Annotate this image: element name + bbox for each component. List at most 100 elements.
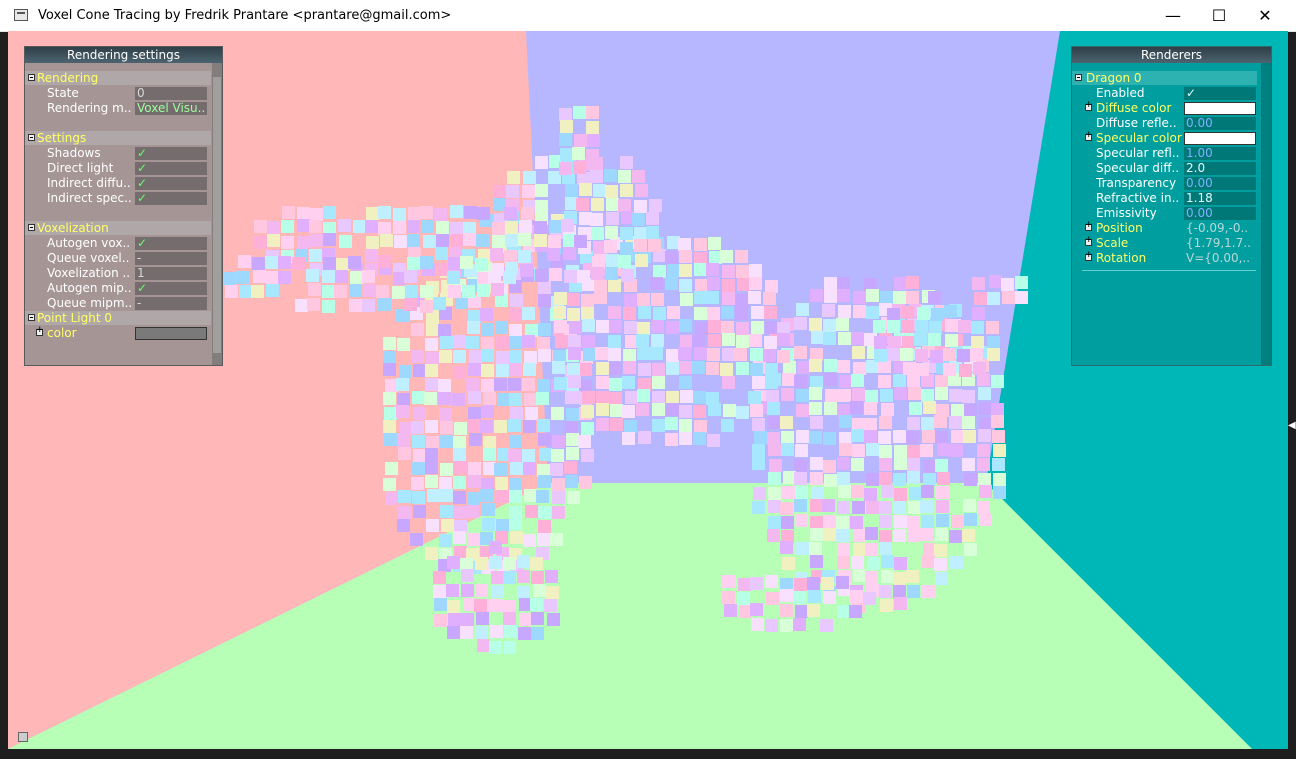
voxel bbox=[413, 364, 426, 377]
voxel bbox=[825, 389, 838, 402]
voxel bbox=[752, 501, 765, 514]
prop-queue-voxel-button[interactable]: - bbox=[135, 252, 207, 265]
prop-specular-reflectivity-value[interactable]: 1.00 bbox=[1184, 147, 1256, 160]
diffuse-color-swatch[interactable] bbox=[1184, 102, 1256, 115]
voxel bbox=[651, 293, 664, 306]
prop-autogen-voxel-checkbox[interactable]: ✓ bbox=[135, 237, 207, 250]
voxel bbox=[439, 408, 452, 421]
voxel bbox=[920, 500, 933, 513]
expand-icon[interactable] bbox=[1085, 100, 1093, 111]
specular-color-swatch[interactable] bbox=[1184, 132, 1256, 145]
point-light-color-swatch[interactable] bbox=[135, 327, 207, 340]
resize-grip-icon[interactable] bbox=[18, 732, 28, 742]
voxel bbox=[551, 449, 564, 462]
voxel bbox=[794, 578, 807, 591]
voxel bbox=[338, 219, 351, 232]
voxel bbox=[866, 443, 879, 456]
expand-icon[interactable] bbox=[1085, 250, 1093, 261]
prop-rendering-mode-value[interactable]: Voxel Visu.. bbox=[135, 102, 207, 115]
rendering-settings-title: Rendering settings bbox=[25, 47, 222, 63]
voxel bbox=[853, 543, 866, 556]
voxel bbox=[666, 403, 679, 416]
collapse-icon[interactable] bbox=[28, 134, 35, 141]
prop-rotation-value[interactable]: V={0.00,.. bbox=[1184, 252, 1256, 265]
voxel bbox=[879, 585, 892, 598]
collapse-icon[interactable] bbox=[1075, 74, 1082, 81]
minimize-button[interactable]: — bbox=[1150, 0, 1196, 31]
prop-state-label: State bbox=[47, 86, 79, 100]
voxel bbox=[977, 444, 990, 457]
prop-scale-value[interactable]: {1.79,1.7.. bbox=[1184, 237, 1256, 250]
collapse-icon[interactable] bbox=[28, 314, 35, 321]
voxel bbox=[451, 234, 464, 247]
expand-icon[interactable] bbox=[1085, 220, 1093, 231]
voxel bbox=[618, 170, 631, 183]
voxel bbox=[503, 612, 516, 625]
expand-icon[interactable] bbox=[36, 325, 44, 336]
voxel bbox=[962, 529, 975, 542]
voxel bbox=[538, 475, 551, 488]
voxel bbox=[535, 269, 548, 282]
voxel bbox=[509, 363, 522, 376]
voxel bbox=[951, 430, 964, 443]
voxel bbox=[935, 387, 948, 400]
prop-emissivity-value[interactable]: 0.00 bbox=[1184, 207, 1256, 220]
voxel bbox=[477, 284, 490, 297]
voxel bbox=[937, 472, 950, 485]
collapse-icon[interactable] bbox=[28, 224, 35, 231]
voxel bbox=[509, 308, 522, 321]
voxel bbox=[469, 350, 482, 363]
voxel bbox=[538, 349, 551, 362]
voxel bbox=[651, 320, 664, 333]
prop-rendering-mode-label: Rendering m.. bbox=[47, 101, 132, 115]
voxel bbox=[446, 584, 459, 597]
voxel bbox=[706, 291, 719, 304]
expand-icon[interactable] bbox=[1085, 235, 1093, 246]
prop-enabled-checkbox[interactable]: ✓ bbox=[1184, 87, 1256, 100]
expand-icon[interactable] bbox=[1085, 130, 1093, 141]
renderers-panel[interactable]: Renderers Dragon 0 Enabled ✓ Diffuse col… bbox=[1071, 46, 1272, 366]
voxel bbox=[447, 626, 460, 639]
voxel bbox=[555, 335, 568, 348]
rendering-settings-scrollbar[interactable] bbox=[212, 63, 222, 365]
voxel bbox=[907, 529, 920, 542]
voxel bbox=[823, 319, 836, 332]
voxel bbox=[568, 391, 581, 404]
voxel bbox=[518, 233, 531, 246]
prop-state-value[interactable]: 0 bbox=[135, 87, 207, 100]
prop-queue-mipmap-button[interactable]: - bbox=[135, 297, 207, 310]
voxel bbox=[407, 234, 420, 247]
prop-direct-light-checkbox[interactable]: ✓ bbox=[135, 162, 207, 175]
voxel bbox=[502, 600, 515, 613]
voxel bbox=[509, 490, 522, 503]
prop-transparency-value[interactable]: 0.00 bbox=[1184, 177, 1256, 190]
prop-indirect-diffuse-checkbox[interactable]: ✓ bbox=[135, 177, 207, 190]
maximize-button[interactable]: ☐ bbox=[1196, 0, 1242, 31]
voxel bbox=[992, 430, 1005, 443]
prop-position-value[interactable]: {-0.09,-0.. bbox=[1184, 222, 1256, 235]
voxel bbox=[793, 591, 806, 604]
collapse-icon[interactable] bbox=[28, 74, 35, 81]
voxel bbox=[852, 346, 865, 359]
prop-shadows-checkbox[interactable]: ✓ bbox=[135, 147, 207, 160]
prop-voxelization-value[interactable]: 1 bbox=[135, 267, 207, 280]
voxel bbox=[477, 207, 490, 220]
voxel bbox=[509, 478, 522, 491]
renderers-scroll-thumb[interactable] bbox=[1262, 65, 1270, 361]
prop-indirect-specular-checkbox[interactable]: ✓ bbox=[135, 192, 207, 205]
rendering-settings-scroll-thumb[interactable] bbox=[213, 77, 221, 353]
voxel bbox=[767, 529, 780, 542]
voxel bbox=[267, 234, 280, 247]
prop-specular-reflectivity-label: Specular refl.. bbox=[1096, 146, 1180, 160]
close-button[interactable]: ✕ bbox=[1242, 0, 1288, 31]
rendering-settings-panel[interactable]: Rendering settings Rendering State 0 Ren… bbox=[24, 46, 223, 366]
prop-specular-diffusion-value[interactable]: 2.0 bbox=[1184, 162, 1256, 175]
voxel bbox=[609, 392, 622, 405]
voxel bbox=[850, 590, 863, 603]
prop-diffuse-reflectivity-value[interactable]: 0.00 bbox=[1184, 117, 1256, 130]
prop-autogen-mip-checkbox[interactable]: ✓ bbox=[135, 282, 207, 295]
renderers-scrollbar[interactable] bbox=[1261, 63, 1271, 365]
voxel bbox=[586, 106, 599, 119]
voxel bbox=[1015, 291, 1028, 304]
prop-refractive-index-value[interactable]: 1.18 bbox=[1184, 192, 1256, 205]
